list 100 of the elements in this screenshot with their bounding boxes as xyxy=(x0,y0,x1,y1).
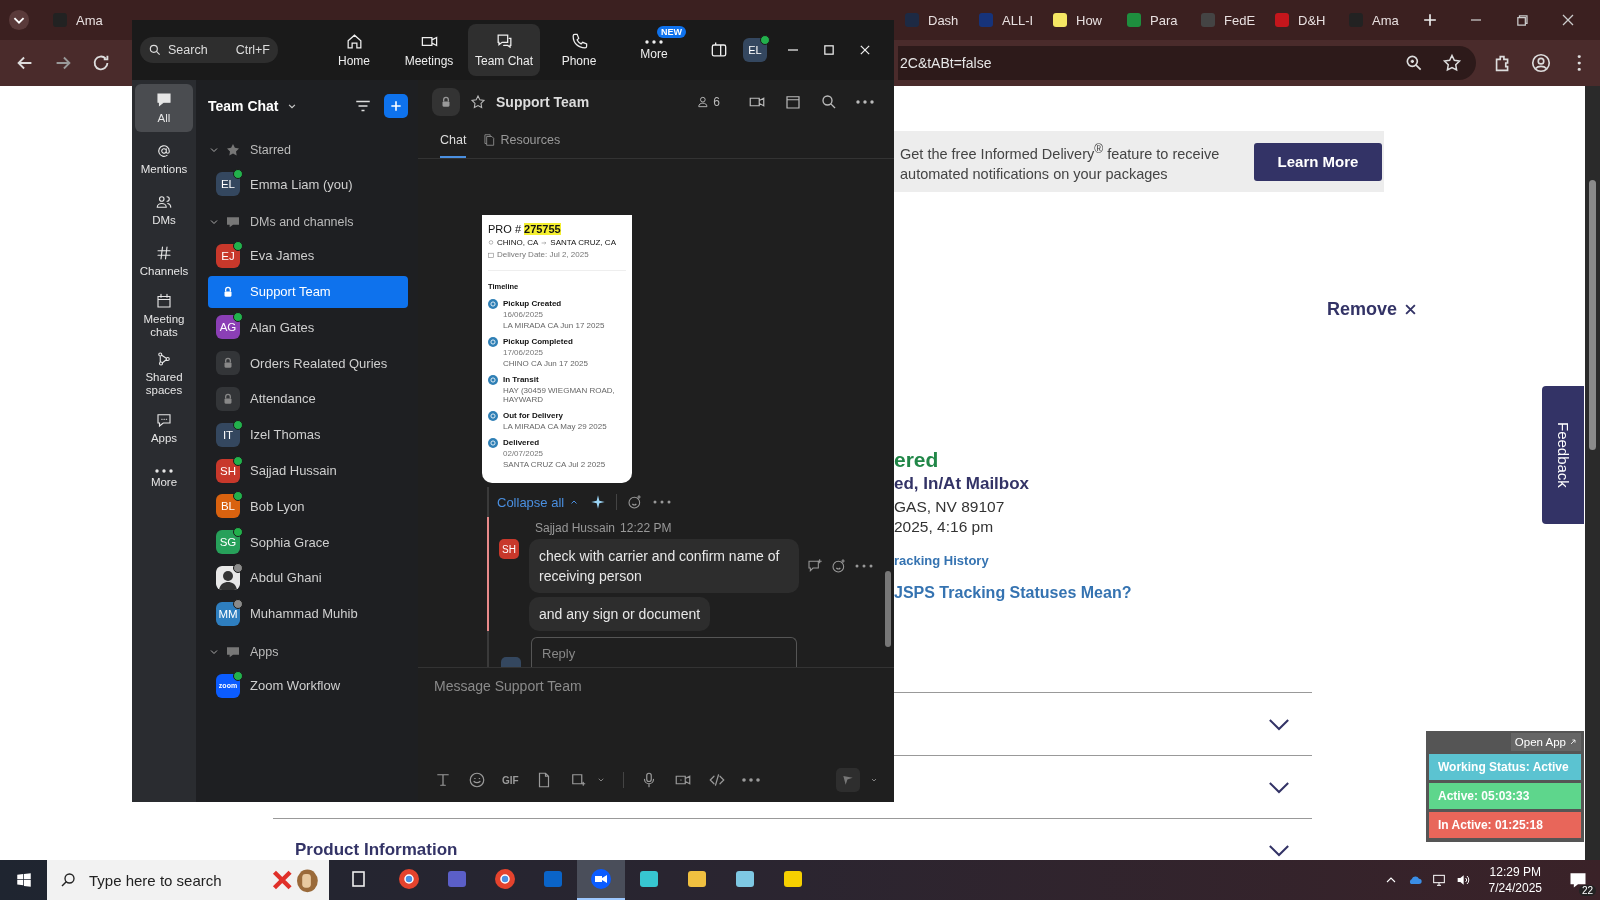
gif-button[interactable]: GIF xyxy=(502,774,519,786)
bookmark-star-icon[interactable] xyxy=(1442,53,1462,73)
more-icon[interactable] xyxy=(653,500,672,504)
more-icon[interactable] xyxy=(855,564,873,568)
clock-date[interactable]: 7/24/2025 xyxy=(1488,880,1542,896)
location-text: GAS, NV 89107 xyxy=(894,498,1005,516)
reply-field[interactable]: Reply xyxy=(531,637,797,667)
conversation-item[interactable]: AG Alan Gates xyxy=(208,311,408,344)
taskbar-search-field[interactable]: Type here to search xyxy=(47,860,329,900)
event-title: In Transit xyxy=(503,375,540,384)
rail-tab[interactable]: Channels xyxy=(135,237,193,285)
text-format-icon[interactable] xyxy=(434,771,452,789)
rail-tab[interactable]: DMs xyxy=(135,186,193,234)
chevron-icon[interactable] xyxy=(1268,843,1290,857)
tracking-statuses-link[interactable]: JSPS Tracking Statuses Mean? xyxy=(894,584,1132,602)
feedback-tab[interactable]: Feedback xyxy=(1542,386,1584,524)
members-button[interactable]: 6 xyxy=(697,95,720,109)
chat-tab[interactable]: Resources xyxy=(482,124,561,158)
rail-tab[interactable]: Mentions xyxy=(135,135,193,183)
event-date: 17/06/2025 xyxy=(503,348,545,357)
open-app-button[interactable]: Open App xyxy=(1510,733,1581,751)
calendar-icon[interactable] xyxy=(784,93,802,111)
chevron-icon[interactable] xyxy=(1268,780,1290,794)
section-title[interactable]: Product Information xyxy=(295,840,458,860)
scrollbar[interactable] xyxy=(1585,86,1600,860)
browser-tab[interactable]: Ama xyxy=(44,4,118,36)
remove-link[interactable]: Remove xyxy=(1326,299,1418,320)
nav-tab[interactable]: Home xyxy=(318,24,390,76)
tracking-history-link[interactable]: racking History xyxy=(894,553,989,568)
tab-list-icon[interactable] xyxy=(8,9,30,31)
profile-avatar[interactable]: EL xyxy=(743,38,767,62)
browser-tab[interactable]: ALL-I xyxy=(970,4,1044,36)
browser-tab[interactable]: Ama xyxy=(1340,4,1414,36)
rail-tab[interactable]: Shared spaces xyxy=(135,346,193,401)
rail-tab[interactable]: All xyxy=(135,84,193,132)
nav-tab[interactable]: Phone xyxy=(543,24,615,76)
more-icon[interactable] xyxy=(856,100,874,104)
add-reaction-icon[interactable] xyxy=(627,494,644,510)
section-header[interactable]: DMs and channels xyxy=(208,203,408,240)
star-icon[interactable] xyxy=(470,94,486,110)
reply-icon[interactable] xyxy=(807,558,823,574)
conversation-item[interactable]: Abdul Ghani xyxy=(208,561,408,594)
code-icon[interactable] xyxy=(707,771,726,789)
chat-tab[interactable]: Chat xyxy=(440,124,467,158)
conversation-item[interactable]: SG Sophia Grace xyxy=(208,526,408,559)
conversation-item[interactable]: BL Bob Lyon xyxy=(208,490,408,523)
notification-count: 22 xyxy=(1578,885,1596,896)
chevron-icon[interactable] xyxy=(1268,717,1290,731)
conversation-item[interactable]: EL Emma Liam (you) xyxy=(208,168,408,200)
browser-tab[interactable]: Para xyxy=(1118,4,1192,36)
address-field[interactable]: 2C&tABt=false xyxy=(898,46,1476,80)
network-icon[interactable] xyxy=(1430,872,1447,888)
rail-tab[interactable]: More xyxy=(135,455,193,503)
rail-tab[interactable]: Meeting chats xyxy=(135,288,193,343)
pin-icon xyxy=(488,239,494,246)
window-panel-icon[interactable] xyxy=(709,40,729,60)
new-chat-button[interactable] xyxy=(384,94,408,118)
nav-tab[interactable]: NEW More xyxy=(618,24,690,76)
delivery-status: ered xyxy=(894,448,939,472)
section-header[interactable]: Starred xyxy=(208,132,408,168)
section-header[interactable]: Apps xyxy=(208,633,408,670)
browser-tab[interactable]: Dash xyxy=(896,4,970,36)
team-chat-menu[interactable]: Team Chat xyxy=(208,98,299,114)
conversation-item[interactable]: Support Team xyxy=(208,275,408,308)
collapse-all-link[interactable]: Collapse all xyxy=(497,494,581,510)
profile-icon[interactable] xyxy=(1530,52,1552,74)
delivery-date: Delivery Date: Jul 2, 2025 xyxy=(497,250,589,259)
people-icon xyxy=(155,193,173,211)
conversation-item[interactable]: Orders Realated Quries xyxy=(208,347,408,380)
conversation-item[interactable]: Attendance xyxy=(208,383,408,415)
nav-tab[interactable]: Meetings xyxy=(393,24,465,76)
conversation-item[interactable]: IT Izel Thomas xyxy=(208,418,408,451)
chat-icon xyxy=(155,91,173,109)
emoji-icon[interactable] xyxy=(468,771,486,789)
more-icon[interactable] xyxy=(741,778,760,782)
send-button[interactable] xyxy=(836,768,860,792)
zoom-lens-icon[interactable] xyxy=(1404,53,1424,73)
rail-tab[interactable]: Apps xyxy=(135,404,193,452)
nav-tab[interactable]: Team Chat xyxy=(468,24,540,76)
browser-tab[interactable]: D&H xyxy=(1266,4,1340,36)
search-field[interactable]: Search Ctrl+F xyxy=(140,37,278,63)
message-time: 12:22 PM xyxy=(620,521,672,535)
taskbar-app[interactable] xyxy=(577,860,625,900)
pro-label: PRO # xyxy=(488,223,521,235)
conversation-item[interactable]: EJ Eva James xyxy=(208,239,408,272)
message-bubble: and any sign or document xyxy=(529,597,711,631)
conversation-item[interactable]: SH Sajjad Hussain xyxy=(208,454,408,487)
plus-icon xyxy=(388,98,404,114)
add-reaction-icon[interactable] xyxy=(831,558,847,574)
browser-tab[interactable]: How xyxy=(1044,4,1118,36)
more-icon xyxy=(155,469,173,473)
browser-tab[interactable]: FedE xyxy=(1192,4,1266,36)
start-icon[interactable] xyxy=(15,871,33,889)
promo-text: Get the free Informed Delivery$^{®}$ feature to receive automated notifications on your packages xyxy=(900,141,1221,184)
conversation-item[interactable]: MM Muhammad Muhib xyxy=(208,597,408,630)
clock-time[interactable]: 12:29 PM xyxy=(1489,864,1541,880)
avatar: EJ xyxy=(216,243,240,268)
search-icon[interactable] xyxy=(820,93,838,111)
message-field[interactable]: Message Support Team xyxy=(434,678,880,694)
learn-more-button[interactable]: Learn More xyxy=(1254,142,1382,181)
